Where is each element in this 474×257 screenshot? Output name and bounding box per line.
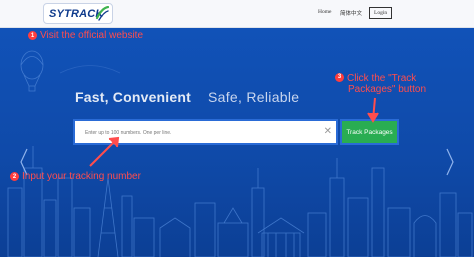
top-navigation-bar: SYTRACK Home 简体中文 Login [0,0,474,28]
step-3-text-line1: Click the "Track [347,73,417,84]
step-1-number: 1 [28,31,37,40]
step-3-text-line2: Packages" button [348,84,427,95]
step-3-annotation: 3 Click the "Track Packages" button [335,72,427,95]
step-1-text: Visit the official website [40,30,144,41]
step-2-annotation: 2 Input your tracking number [10,171,141,182]
carousel-next-icon[interactable] [446,148,454,176]
hero-headline-right: Safe, Reliable [208,89,300,105]
clear-input-icon[interactable]: ✕ [324,126,332,138]
tracking-number-input[interactable] [85,127,315,139]
step-3-number: 3 [335,72,344,82]
logo-swoosh-icon [95,6,109,21]
step-2-number: 2 [10,172,19,181]
nav-language-link[interactable]: 简体中文 [340,9,362,17]
track-packages-button[interactable]: Track Packages [340,119,399,145]
step-2-text: Input your tracking number [22,171,141,182]
nav-login-button[interactable]: Login [369,7,393,19]
tracking-search-box: ✕ [73,119,338,145]
hero-headline-left: Fast, Convenient [75,89,191,105]
sytrack-logo[interactable]: SYTRACK [43,3,113,24]
nav-home-link[interactable]: Home [318,9,331,15]
step-1-annotation: 1 Visit the official website [28,30,143,41]
